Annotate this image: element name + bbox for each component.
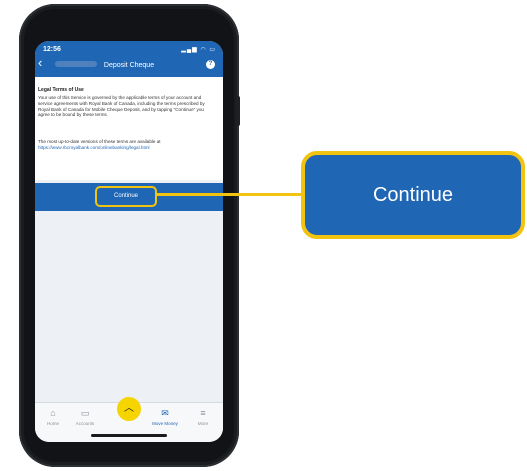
- continue-callout: Continue: [301, 151, 525, 239]
- accounts-icon: ▭: [80, 408, 90, 418]
- chevron-up-icon: ︿: [124, 403, 134, 414]
- nav-label-more: More: [197, 421, 209, 426]
- menu-icon: ≡: [200, 408, 206, 418]
- legal-heading: Legal Terms of Use: [38, 87, 84, 93]
- nav-item-move-money[interactable]: ✉ Move Money: [147, 408, 183, 426]
- home-icon: ⌂: [50, 408, 56, 418]
- phone-screen: 12:56 ▂▄▆ ◠ ▭ ‹ Deposit Cheque ? Legal T…: [35, 41, 223, 442]
- app-header: 12:56 ▂▄▆ ◠ ▭ ‹ Deposit Cheque ?: [35, 41, 223, 77]
- status-time: 12:56: [43, 46, 61, 53]
- legal-versions-text: The most up-to-date versions of these te…: [38, 139, 161, 144]
- legal-terms-link[interactable]: https://www.rbcroyalbank.com/onlinebanki…: [38, 145, 216, 151]
- phone-side-button: [236, 96, 240, 126]
- nav-label-move-money: Move Money: [152, 421, 178, 426]
- nav-item-accounts[interactable]: ▭ Accounts: [67, 408, 103, 426]
- continue-button-label: Continue: [95, 186, 157, 207]
- nav-item-more[interactable]: ≡ More: [185, 408, 221, 426]
- legal-body-text: Your use of this Service is governed by …: [38, 95, 205, 118]
- nav-item-home[interactable]: ⌂ Home: [35, 408, 71, 426]
- move-money-icon: ✉: [161, 408, 169, 418]
- quick-actions-button[interactable]: ︿: [117, 397, 141, 421]
- nav-label-accounts: Accounts: [75, 421, 95, 426]
- callout-connector-line: [157, 193, 304, 196]
- page-title: Deposit Cheque: [103, 62, 155, 69]
- continue-button[interactable]: Continue: [35, 183, 223, 211]
- legal-terms-panel: Legal Terms of Use Your use of this Serv…: [35, 77, 223, 180]
- help-icon[interactable]: ?: [206, 60, 215, 69]
- home-indicator: [91, 434, 167, 437]
- nav-label-home: Home: [46, 421, 59, 426]
- status-icons: ▂▄▆ ◠ ▭: [181, 47, 216, 53]
